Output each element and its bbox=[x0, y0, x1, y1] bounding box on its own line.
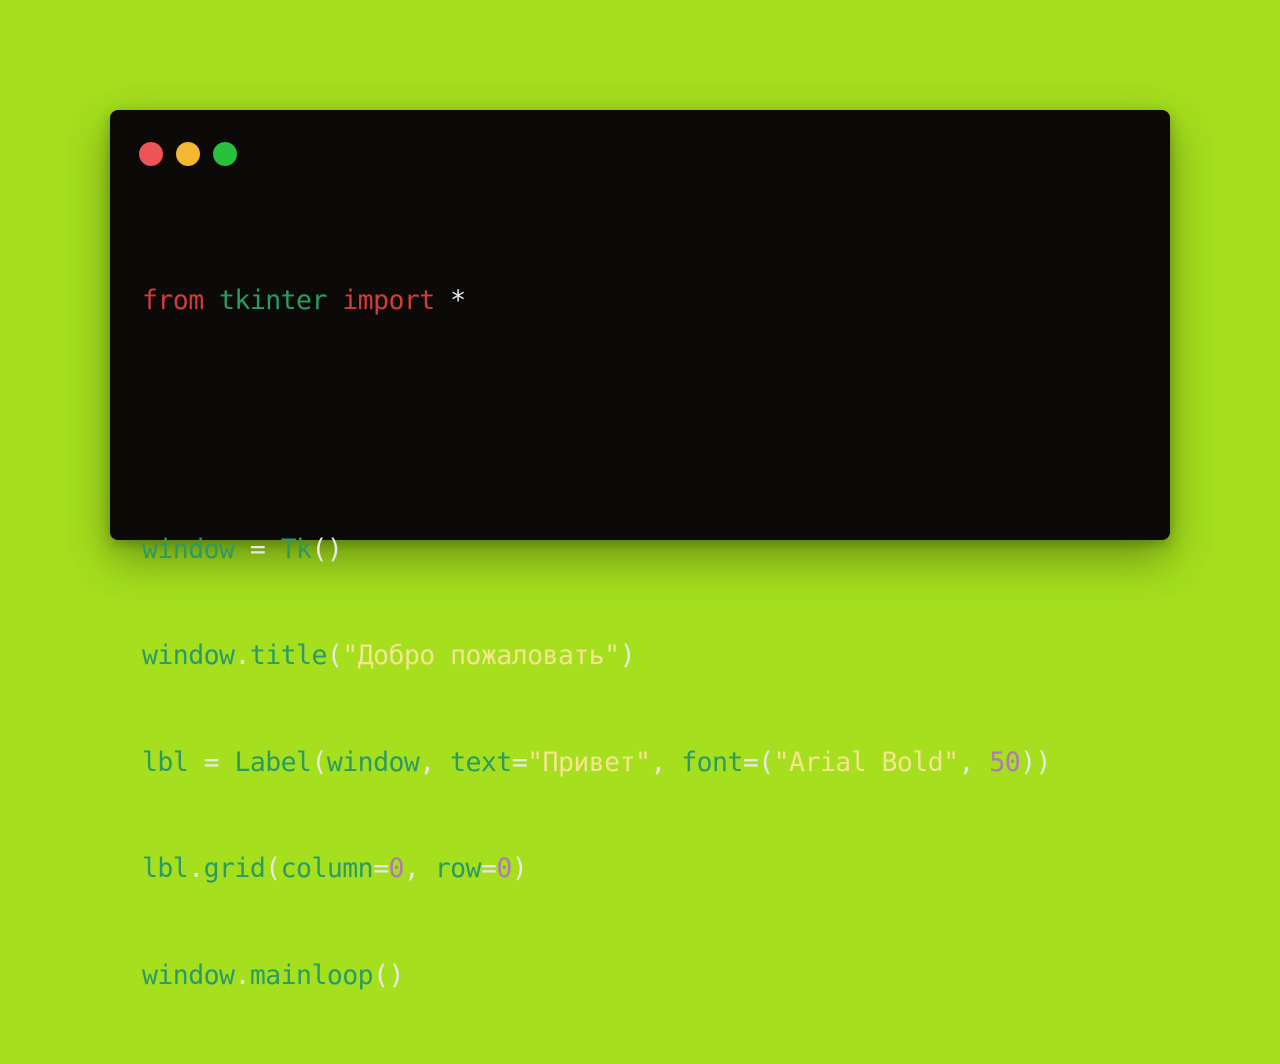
close-paren: ) bbox=[619, 640, 636, 671]
number-row: 0 bbox=[496, 853, 512, 884]
method-title: title bbox=[249, 640, 328, 671]
code-line-4: lbl = Label(window, text="Привет", font=… bbox=[142, 745, 1051, 781]
kwarg-font: font bbox=[681, 746, 743, 778]
import-star: * bbox=[450, 285, 466, 316]
assign-operator: = bbox=[249, 533, 266, 565]
code-line-3: window.title("Добро пожаловать") bbox=[142, 638, 1051, 674]
call-tk: Tk bbox=[280, 533, 312, 565]
call-parens: () bbox=[311, 533, 343, 565]
kwarg-column: column bbox=[280, 853, 374, 884]
zoom-dot-icon[interactable] bbox=[213, 142, 237, 166]
window-controls bbox=[139, 142, 237, 166]
assign-operator: = bbox=[203, 746, 220, 778]
dot-operator: . bbox=[188, 853, 204, 884]
equals: = bbox=[373, 853, 389, 884]
code-line-2: window = Tk() bbox=[142, 532, 1051, 568]
close-parens: )) bbox=[1020, 746, 1051, 778]
code-block: from tkinter import * window = Tk() wind… bbox=[142, 212, 1051, 1064]
blank-lines bbox=[142, 390, 1051, 461]
minimize-dot-icon[interactable] bbox=[176, 142, 200, 166]
method-grid: grid bbox=[203, 853, 266, 884]
dot-operator: . bbox=[234, 640, 250, 671]
kwarg-text: text bbox=[450, 746, 512, 778]
object-lbl: lbl bbox=[142, 853, 189, 884]
close-paren: ) bbox=[511, 853, 528, 884]
string-privet: "Привет" bbox=[527, 746, 651, 778]
code-line-5: lbl.grid(column=0, row=0) bbox=[142, 851, 1051, 887]
equals: = bbox=[511, 746, 528, 778]
string-title: "Добро пожаловать" bbox=[342, 640, 620, 671]
open-paren: ( bbox=[265, 853, 281, 884]
code-line-1: from tkinter import * bbox=[142, 283, 1051, 319]
call-parens: () bbox=[373, 959, 404, 991]
close-dot-icon[interactable] bbox=[139, 142, 163, 166]
keyword-import: import bbox=[342, 285, 435, 316]
string-font-name: "Arial Bold" bbox=[773, 746, 959, 778]
comma: , bbox=[958, 746, 975, 778]
variable-lbl: lbl bbox=[142, 746, 189, 778]
method-mainloop: mainloop bbox=[249, 959, 374, 991]
kwarg-row: row bbox=[434, 853, 482, 884]
object-window: window bbox=[142, 640, 235, 671]
dot-operator: . bbox=[234, 959, 250, 991]
open-paren: ( bbox=[326, 640, 343, 671]
equals-open-paren: =( bbox=[742, 746, 774, 778]
variable-window: window bbox=[142, 533, 235, 565]
call-label: Label bbox=[234, 746, 312, 778]
code-window: from tkinter import * window = Tk() wind… bbox=[110, 110, 1170, 991]
module-name: tkinter bbox=[219, 285, 327, 316]
keyword-from: from bbox=[142, 285, 204, 316]
number-column: 0 bbox=[388, 853, 405, 884]
comma: , bbox=[650, 746, 666, 778]
comma: , bbox=[403, 853, 420, 884]
equals: = bbox=[480, 853, 497, 884]
number-font-size: 50 bbox=[989, 746, 1021, 778]
arg-window: window bbox=[326, 746, 420, 778]
comma: , bbox=[419, 746, 435, 778]
object-window: window bbox=[142, 959, 235, 991]
open-paren: ( bbox=[311, 746, 327, 778]
code-line-6: window.mainloop() bbox=[142, 958, 1051, 994]
